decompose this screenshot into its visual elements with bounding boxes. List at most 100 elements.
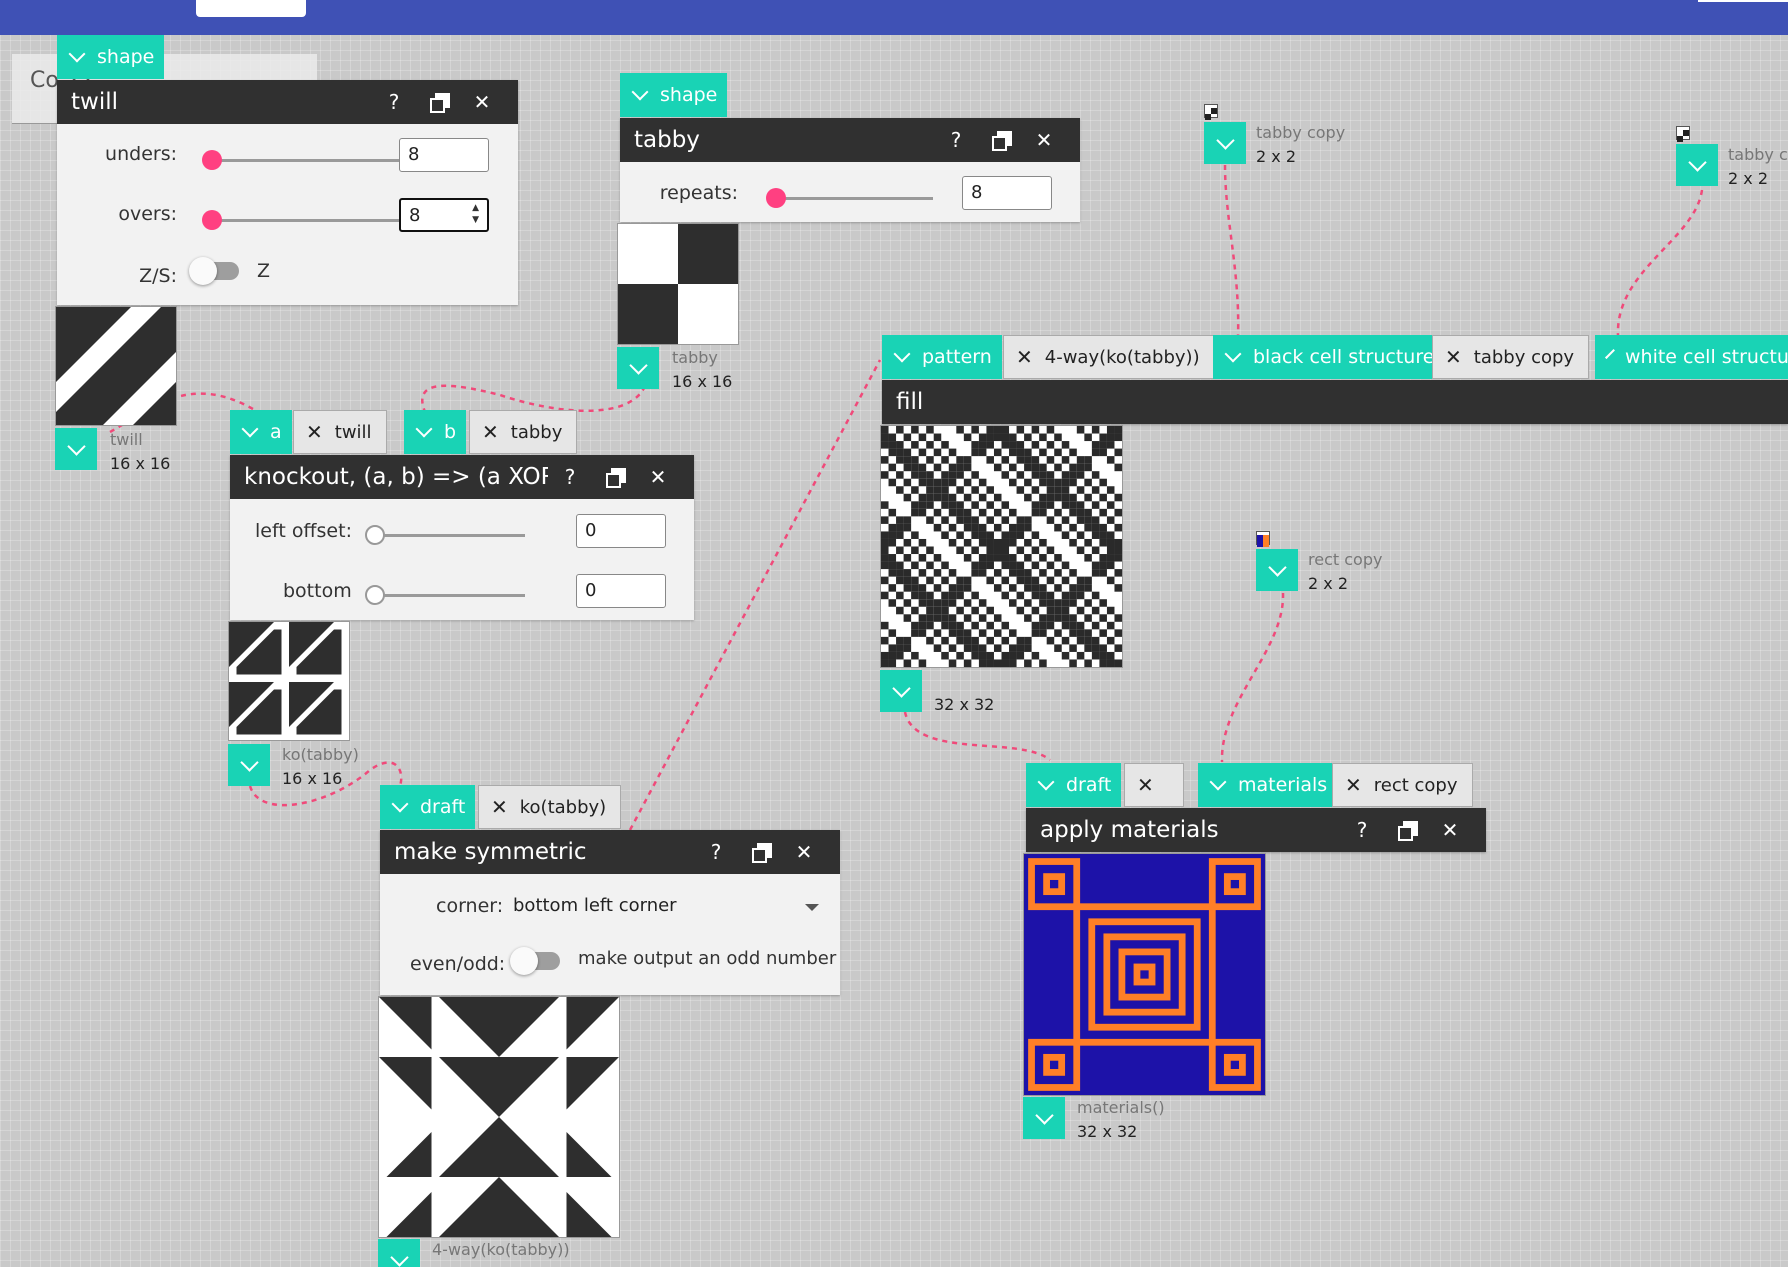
close-icon[interactable]: ✕ <box>782 840 826 864</box>
left-offset-slider-knob[interactable] <box>365 525 385 545</box>
knockout-input-b-tag[interactable]: b <box>404 410 467 454</box>
apply-materials-chip[interactable]: ✕ rect copy <box>1332 763 1473 807</box>
knockout-input-a-tag[interactable]: a <box>230 410 292 454</box>
twill-panel: twill ? ✕ unders: 8 overs: 8 ▲ ▼ Z/S: Z <box>57 80 518 305</box>
fill-panel-header[interactable]: fill <box>882 380 1788 424</box>
duplicate-icon[interactable] <box>1384 818 1428 842</box>
twill-draft-preview[interactable] <box>55 306 177 426</box>
apply-output-caption: materials() 32 x 32 <box>1077 1096 1165 1144</box>
remove-icon[interactable]: ✕ <box>482 420 499 444</box>
help-icon[interactable]: ? <box>694 840 738 864</box>
tabby-draft-preview[interactable] <box>617 223 739 345</box>
symmetric-input-chip-label: ko(tabby) <box>519 796 607 818</box>
rect-copy-output-button[interactable] <box>1256 549 1298 591</box>
help-icon[interactable]: ? <box>548 465 592 489</box>
unders-slider-knob[interactable] <box>202 150 222 170</box>
close-icon[interactable]: ✕ <box>460 90 504 114</box>
symmetric-input-chip[interactable]: ✕ ko(tabby) <box>478 785 622 829</box>
remove-icon[interactable]: ✕ <box>1016 345 1033 369</box>
fill-black-chip[interactable]: ✕ tabby copy <box>1432 335 1590 379</box>
repeats-input[interactable]: 8 <box>962 176 1052 210</box>
tabby-output-name: tabby <box>672 348 718 367</box>
tabby-output-button[interactable] <box>617 347 659 389</box>
help-icon[interactable]: ? <box>1340 818 1384 842</box>
unders-slider[interactable] <box>212 159 426 162</box>
tabby-copy-2-output-button[interactable] <box>1676 144 1718 186</box>
remove-icon[interactable]: ✕ <box>1345 773 1362 797</box>
bottom-slider[interactable] <box>375 594 525 597</box>
twill-panel-header[interactable]: twill ? ✕ <box>57 80 518 124</box>
help-icon[interactable]: ? <box>934 128 978 152</box>
duplicate-icon[interactable] <box>978 128 1022 152</box>
connector-tabby-to-b <box>421 384 647 413</box>
remove-icon[interactable]: ✕ <box>1137 773 1154 797</box>
bottom-slider-knob[interactable] <box>365 585 385 605</box>
remove-icon[interactable]: ✕ <box>306 420 323 444</box>
overs-slider-knob[interactable] <box>202 210 222 230</box>
close-icon[interactable]: ✕ <box>1022 128 1066 152</box>
ko-output-button[interactable] <box>228 744 270 786</box>
symmetric-panel-header[interactable]: make symmetric ? ✕ <box>380 830 840 874</box>
duplicate-icon[interactable] <box>738 840 782 864</box>
fill-pattern-chip[interactable]: ✕ 4-way(ko(tabby)) <box>1003 335 1215 379</box>
fill-pattern-tag[interactable]: pattern <box>882 335 1002 379</box>
fill-white-cell-tag[interactable]: white cell structu <box>1595 335 1788 379</box>
apply-draft-chip[interactable]: ✕ <box>1124 763 1184 807</box>
knockout-title: knockout, (a, b) => (a XOR b) <box>244 464 548 490</box>
symmetric-draft-preview[interactable] <box>378 996 620 1238</box>
symmetric-output-button[interactable] <box>378 1239 420 1267</box>
remove-icon[interactable]: ✕ <box>1445 345 1462 369</box>
repeats-slider-knob[interactable] <box>766 188 786 208</box>
symmetric-draft-tag[interactable]: draft <box>380 785 476 829</box>
left-offset-slider[interactable] <box>375 534 525 537</box>
spinner-arrows-icon[interactable]: ▲ ▼ <box>472 202 479 226</box>
corner-select[interactable]: bottom left corner <box>513 895 677 916</box>
close-icon[interactable]: ✕ <box>1428 818 1472 842</box>
tabby-shape-tag[interactable]: shape <box>620 73 728 117</box>
ko-draft-image <box>229 622 342 735</box>
apply-materials-tag[interactable]: materials <box>1198 763 1338 807</box>
fill-draft-preview[interactable] <box>880 425 1123 668</box>
input-b-chip[interactable]: ✕ tabby <box>469 410 578 454</box>
tabby-panel-header[interactable]: tabby ? ✕ <box>620 118 1080 162</box>
even-odd-toggle[interactable] <box>510 947 560 975</box>
twill-output-button[interactable] <box>55 428 97 470</box>
apply-draft-tag[interactable]: draft <box>1026 763 1122 807</box>
apply-output-button[interactable] <box>1023 1097 1065 1139</box>
bottom-input[interactable]: 0 <box>576 574 666 608</box>
apply-draft-preview[interactable] <box>1023 853 1266 1096</box>
overs-input[interactable]: 8 ▲ ▼ <box>399 198 489 232</box>
input-a-chip[interactable]: ✕ twill <box>293 410 387 454</box>
apply-materials-label: materials <box>1238 774 1328 796</box>
fill-black-chip-label: tabby copy <box>1473 346 1575 368</box>
symmetric-title: make symmetric <box>394 839 587 865</box>
duplicate-icon[interactable] <box>592 465 636 489</box>
apply-output-size: 32 x 32 <box>1077 1122 1138 1141</box>
left-offset-input[interactable]: 0 <box>576 514 666 548</box>
chevron-down-icon <box>1605 349 1615 359</box>
rect-copy-thumbnail <box>1256 531 1270 547</box>
unders-input[interactable]: 8 <box>399 138 489 172</box>
duplicate-icon[interactable] <box>416 90 460 114</box>
close-icon[interactable]: ✕ <box>636 465 680 489</box>
repeats-slider[interactable] <box>775 197 933 200</box>
top-bar-button[interactable] <box>196 0 306 17</box>
fill-black-cell-tag[interactable]: black cell structure <box>1213 335 1445 379</box>
fill-output-button[interactable] <box>880 670 922 712</box>
ko-draft-preview[interactable] <box>228 621 350 741</box>
overs-slider[interactable] <box>212 219 426 222</box>
chevron-down-icon <box>631 83 649 101</box>
left-offset-label: left offset: <box>255 520 352 542</box>
dropdown-arrow-icon[interactable] <box>805 904 819 911</box>
knockout-panel-header[interactable]: knockout, (a, b) => (a XOR b) ? ✕ <box>230 455 694 499</box>
tabby-title: tabby <box>634 127 700 153</box>
remove-icon[interactable]: ✕ <box>491 795 508 819</box>
tabby-tag-label: shape <box>660 84 718 106</box>
input-b-label: b <box>444 421 457 443</box>
help-icon[interactable]: ? <box>372 90 416 114</box>
zs-toggle[interactable] <box>189 257 239 285</box>
tabby-copy-output-button[interactable] <box>1204 122 1246 164</box>
apply-panel-header[interactable]: apply materials ? ✕ <box>1026 808 1486 852</box>
twill-shape-tag[interactable]: shape <box>57 35 165 79</box>
even-odd-label: even/odd: <box>410 953 506 975</box>
